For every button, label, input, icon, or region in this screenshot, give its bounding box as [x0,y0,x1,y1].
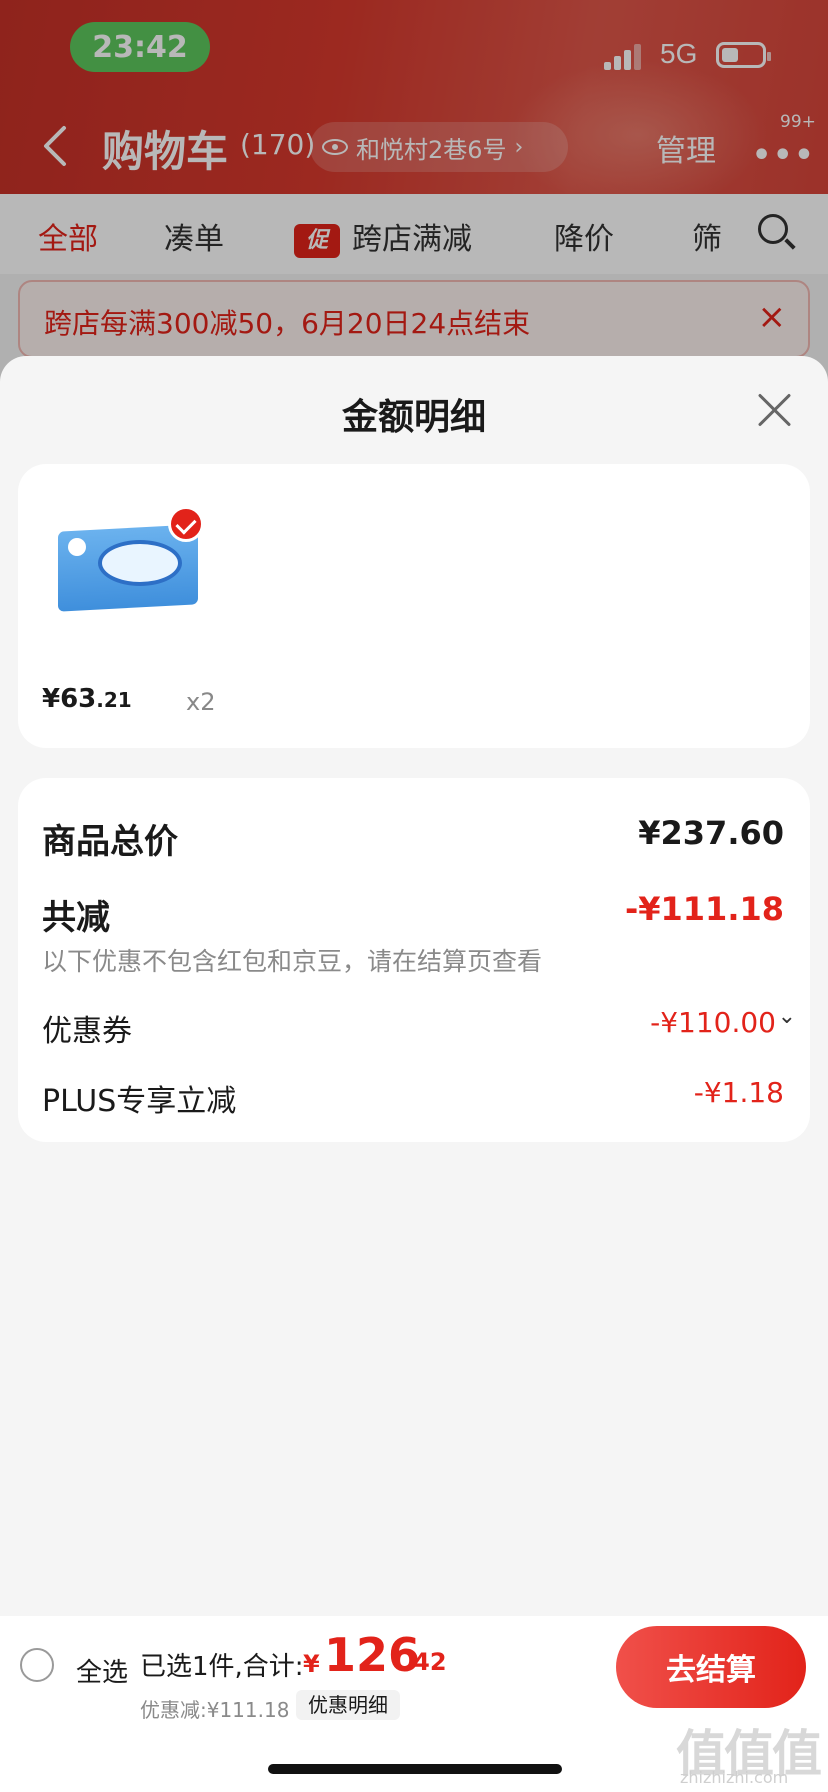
total-currency: ¥ [303,1650,320,1678]
reduce-value: -¥111.18 [624,890,784,928]
checkout-total-cents: .42 [404,1648,447,1676]
sheet-title: 金额明细 [341,397,486,438]
total-label: 商品总价 [42,822,178,862]
checked-icon [168,506,204,542]
plus-discount-label: PLUS专享立减 [42,1084,237,1119]
reduce-label: 共减 [42,898,110,938]
coupon-value[interactable]: -¥110.00 [650,1006,776,1039]
discount-detail-link[interactable]: 优惠明细 [296,1690,400,1720]
checkout-bar: 全选 已选1件,合计: ¥ 126 .42 优惠减:¥111.18 优惠明细 去… [0,1616,828,1792]
close-icon[interactable] [756,390,794,428]
selected-summary: 已选1件,合计: [140,1652,304,1682]
product-price: ¥63.21 [42,684,132,714]
watermark-url: zhizhizhi.com [680,1768,789,1787]
plus-discount-value: -¥1.18 [693,1076,784,1109]
chevron-down-icon[interactable]: ⌄ [778,1004,796,1029]
home-indicator [268,1764,562,1774]
amount-summary-card: 商品总价 ¥237.60 共减 -¥111.18 以下优惠不包含红包和京豆，请在… [18,778,810,1142]
total-value: ¥237.60 [638,814,784,852]
product-quantity: x2 [186,688,216,716]
coupon-label: 优惠券 [42,1014,132,1049]
product-card: ¥63.21 x2 [18,464,810,748]
amount-detail-sheet: 金额明细 ¥63.21 x2 商品总价 ¥237.60 共减 -¥111.18 … [0,356,828,1792]
select-all-label[interactable]: 全选 [76,1652,128,1689]
checkout-button[interactable]: 去结算 [616,1626,806,1708]
reduce-note: 以下优惠不包含红包和京豆，请在结算页查看 [42,947,543,976]
select-all-radio[interactable] [20,1648,54,1682]
discount-amount: 优惠减:¥111.18 [140,1698,290,1722]
